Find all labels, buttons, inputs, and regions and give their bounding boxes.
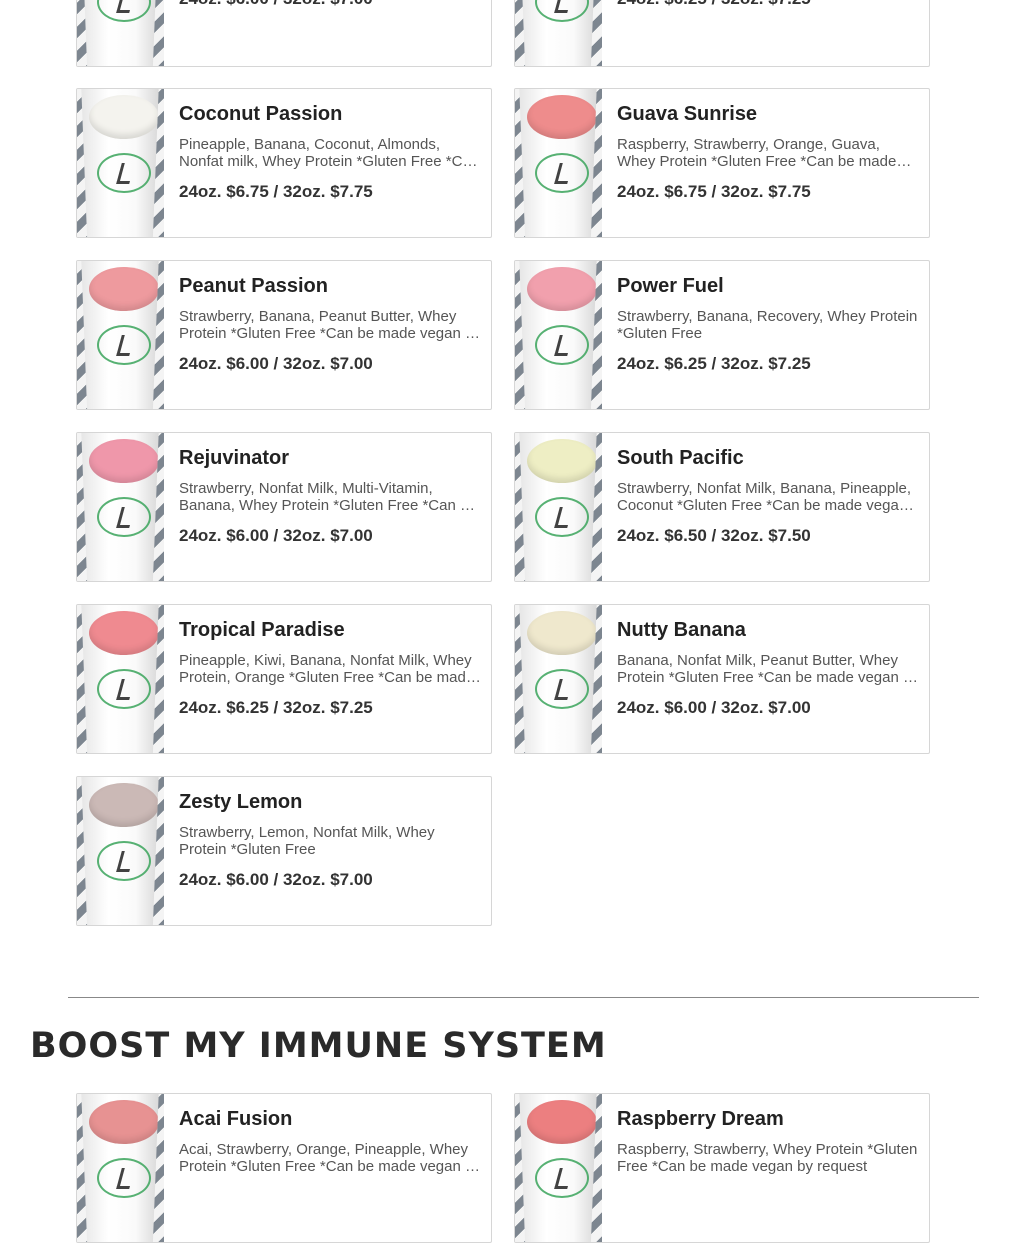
smoothie-liquid (527, 439, 597, 483)
item-name: Zesty Lemon (179, 791, 303, 813)
menu-item-card[interactable]: Raspberry Dream Raspberry, Strawberry, W… (514, 1093, 930, 1243)
item-name: Peanut Passion (179, 275, 328, 297)
smoothie-photo (77, 777, 164, 925)
smoothie-liquid (527, 1100, 597, 1144)
smoothie-liquid (89, 1100, 159, 1144)
item-description: Pineapple, Kiwi, Banana, Nonfat Milk, Wh… (179, 652, 475, 686)
smoothie-photo (515, 89, 602, 237)
smoothie-liquid (527, 95, 597, 139)
item-description: Strawberry, Banana, Recovery, Whey Prote… (617, 308, 918, 342)
smoothie-photo (77, 433, 164, 581)
item-price: 24oz. $6.00 / 32oz. $7.00 (179, 0, 483, 9)
item-name: Rejuvinator (179, 447, 290, 469)
item-name: Nutty Banana (617, 619, 746, 641)
item-price: 24oz. $6.00 / 32oz. $7.00 (179, 526, 373, 545)
item-description: Strawberry, Nonfat Milk, Banana, Pineapp… (617, 480, 912, 514)
cup-logo-icon (97, 497, 151, 537)
menu-item-card[interactable]: Power Fuel Strawberry, Banana, Recovery,… (514, 260, 930, 410)
smoothie-photo (77, 261, 164, 409)
cup-logo-icon (535, 153, 589, 193)
menu-item-card[interactable]: South Pacific Strawberry, Nonfat Milk, B… (514, 432, 930, 582)
cup-logo-icon (535, 1158, 589, 1198)
item-description: Banana, Nonfat Milk, Peanut Butter, Whey… (617, 652, 919, 686)
cup-logo-icon (97, 325, 151, 365)
smoothie-liquid (89, 439, 159, 483)
item-description: Strawberry, Banana, Peanut Butter, Whey … (179, 308, 481, 342)
item-description: Acai, Strawberry, Orange, Pineapple, Whe… (179, 1141, 481, 1175)
item-price: 24oz. $6.25 / 32oz. $7.25 (617, 354, 811, 373)
item-price: 24oz. $6.00 / 32oz. $7.00 (617, 698, 811, 717)
item-description: Strawberry, Nonfat Milk, Multi-Vitamin, … (179, 480, 477, 514)
cup-logo-icon (97, 669, 151, 709)
menu-item-card[interactable]: Rejuvinator Strawberry, Nonfat Milk, Mul… (76, 432, 492, 582)
item-name: Tropical Paradise (179, 619, 345, 641)
section-divider (68, 997, 979, 998)
menu-item-card[interactable]: Acai Fusion Acai, Strawberry, Orange, Pi… (76, 1093, 492, 1243)
item-price: 24oz. $6.00 / 32oz. $7.00 (179, 354, 373, 373)
menu-item-card[interactable]: 24oz. $6.00 / 32oz. $7.00 (76, 0, 492, 67)
menu-item-card[interactable]: Peanut Passion Strawberry, Banana, Peanu… (76, 260, 492, 410)
smoothie-photo (77, 605, 164, 753)
menu-item-card[interactable]: Guava Sunrise Raspberry, Strawberry, Ora… (514, 88, 930, 238)
smoothie-photo (515, 605, 602, 753)
menu-item-card[interactable]: Tropical Paradise Pineapple, Kiwi, Banan… (76, 604, 492, 754)
smoothie-photo (77, 1094, 164, 1242)
cup-logo-icon (97, 1158, 151, 1198)
cup-logo-icon (97, 841, 151, 881)
menu-item-card[interactable]: Zesty Lemon Strawberry, Lemon, Nonfat Mi… (76, 776, 492, 926)
menu-item-card[interactable]: Coconut Passion Pineapple, Banana, Cocon… (76, 88, 492, 238)
item-price: 24oz. $6.50 / 32oz. $7.50 (617, 526, 811, 545)
cup-logo-icon (97, 0, 151, 22)
item-description: Raspberry, Strawberry, Whey Protein *Glu… (617, 1141, 918, 1175)
item-name: South Pacific (617, 447, 744, 469)
cup-logo-icon (97, 153, 151, 193)
smoothie-photo (515, 1094, 602, 1242)
section-title: BOOST MY IMMUNE SYSTEM (30, 1026, 607, 1066)
item-name: Power Fuel (617, 275, 724, 297)
smoothie-photo (515, 0, 602, 66)
smoothie-photo (515, 433, 602, 581)
cup-logo-icon (535, 669, 589, 709)
menu-item-card[interactable]: Nutty Banana Banana, Nonfat Milk, Peanut… (514, 604, 930, 754)
menu-item-card[interactable]: 24oz. $6.25 / 32oz. $7.25 (514, 0, 930, 67)
item-description: Pineapple, Banana, Coconut, Almonds, Non… (179, 136, 480, 170)
cup-logo-icon (535, 0, 589, 22)
item-name: Coconut Passion (179, 103, 343, 125)
smoothie-photo (77, 0, 164, 66)
item-name: Acai Fusion (179, 1108, 293, 1130)
cup-logo-icon (535, 497, 589, 537)
item-description: Raspberry, Strawberry, Orange, Guava, Wh… (617, 136, 897, 170)
item-price: 24oz. $6.25 / 32oz. $7.25 (179, 698, 373, 717)
smoothie-photo (515, 261, 602, 409)
item-name: Raspberry Dream (617, 1108, 784, 1130)
item-description: Strawberry, Lemon, Nonfat Milk, Whey Pro… (179, 824, 435, 858)
item-price: 24oz. $6.75 / 32oz. $7.75 (179, 182, 373, 201)
smoothie-liquid (89, 611, 159, 655)
item-price: 24oz. $6.75 / 32oz. $7.75 (617, 182, 811, 201)
item-name: Guava Sunrise (617, 103, 758, 125)
smoothie-liquid (89, 95, 159, 139)
smoothie-liquid (527, 267, 597, 311)
smoothie-liquid (89, 783, 159, 827)
smoothie-liquid (527, 611, 597, 655)
cup-logo-icon (535, 325, 589, 365)
item-price: 24oz. $6.00 / 32oz. $7.00 (179, 870, 373, 889)
smoothie-liquid (89, 267, 159, 311)
item-price: 24oz. $6.25 / 32oz. $7.25 (617, 0, 921, 9)
smoothie-photo (77, 89, 164, 237)
